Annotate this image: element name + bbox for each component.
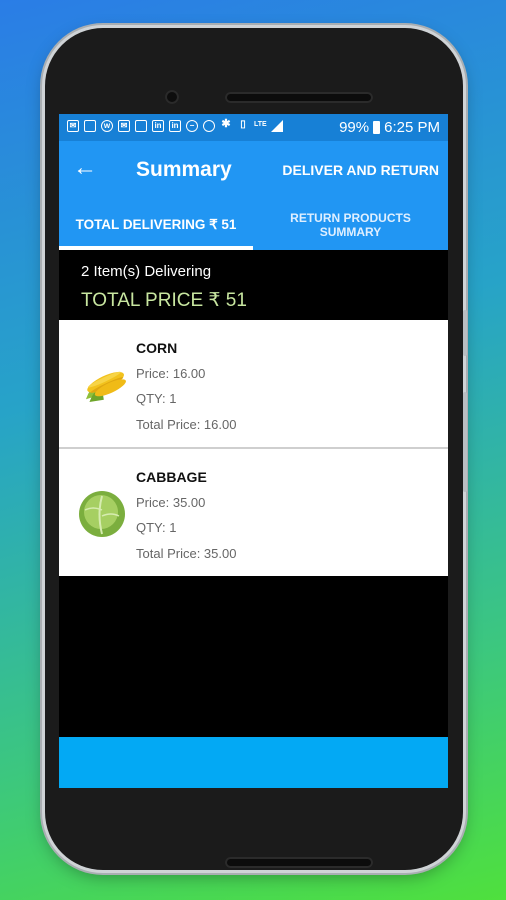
- corn-image: [85, 371, 126, 402]
- product-card[interactable]: CABBAGE Price: 35.00 QTY: 1 Total Price:…: [59, 449, 448, 576]
- status-right: 99% 6:25 PM: [339, 119, 440, 136]
- vibrate-icon: ▯: [240, 119, 246, 130]
- mail-icon: ✉: [67, 120, 79, 132]
- volume-button: [463, 310, 467, 356]
- power-button: [463, 392, 467, 492]
- bluetooth-icon: ✱: [221, 118, 231, 130]
- cabbage-image: [79, 491, 125, 537]
- battery-percentage: 99%: [339, 119, 370, 136]
- app-screen: ✉ w ✉ in in − ✱ ▯ LTE 99% 6:25 PM ← Summ…: [59, 114, 448, 788]
- status-bar: ✉ w ✉ in in − ✱ ▯ LTE 99% 6:25 PM: [59, 114, 448, 141]
- linkedin-icon: in: [152, 120, 164, 132]
- linkedin-icon: in: [169, 120, 181, 132]
- product-total-price: Total Price: 35.00: [136, 546, 237, 561]
- deliver-and-return-button[interactable]: DELIVER AND RETURN: [282, 162, 439, 178]
- product-name: CABBAGE: [136, 469, 207, 485]
- tab-return-products-summary[interactable]: RETURN PRODUCTS SUMMARY: [253, 199, 448, 250]
- wifi-icon: w: [101, 120, 113, 132]
- items-delivering-count: 2 Item(s) Delivering: [81, 263, 212, 280]
- lte-icon: LTE: [254, 121, 267, 128]
- battery-icon: [373, 121, 381, 134]
- product-qty: QTY: 1: [136, 391, 177, 406]
- product-total-price: Total Price: 16.00: [136, 417, 237, 432]
- product-price: Price: 35.00: [136, 495, 206, 510]
- product-card[interactable]: CORN Price: 16.00 QTY: 1 Total Price: 16…: [59, 320, 448, 447]
- product-qty: QTY: 1: [136, 520, 177, 535]
- total-price: TOTAL PRICE ₹ 51: [81, 290, 247, 311]
- app-bar: ← Summary DELIVER AND RETURN: [59, 141, 448, 199]
- earpiece-speaker: [225, 92, 373, 103]
- page-title: Summary: [136, 158, 232, 181]
- bottom-speaker: [225, 857, 373, 868]
- notification-icons: ✉ w ✉ in in − ✱ ▯ LTE: [67, 118, 283, 132]
- location-icon: [203, 120, 215, 132]
- tab-return-products-summary-label: RETURN PRODUCTS SUMMARY: [290, 210, 411, 239]
- tab-total-delivering-label: TOTAL DELIVERING ₹ 51: [75, 216, 237, 232]
- image-icon: [135, 120, 147, 132]
- tab-indicator: [59, 246, 253, 250]
- product-price: Price: 16.00: [136, 366, 206, 381]
- product-name: CORN: [136, 340, 178, 356]
- front-camera: [165, 90, 179, 104]
- minus-circle-icon: −: [186, 120, 198, 132]
- gallery-icon: [84, 120, 96, 132]
- tab-total-delivering[interactable]: TOTAL DELIVERING ₹ 51: [59, 199, 253, 250]
- bottom-bar[interactable]: [59, 737, 448, 788]
- status-time: 6:25 PM: [384, 119, 440, 136]
- signal-icon: [271, 120, 283, 132]
- back-arrow-icon[interactable]: ←: [73, 154, 97, 182]
- mail-icon: ✉: [118, 120, 130, 132]
- tab-bar: TOTAL DELIVERING ₹ 51 RETURN PRODUCTS SU…: [59, 199, 448, 250]
